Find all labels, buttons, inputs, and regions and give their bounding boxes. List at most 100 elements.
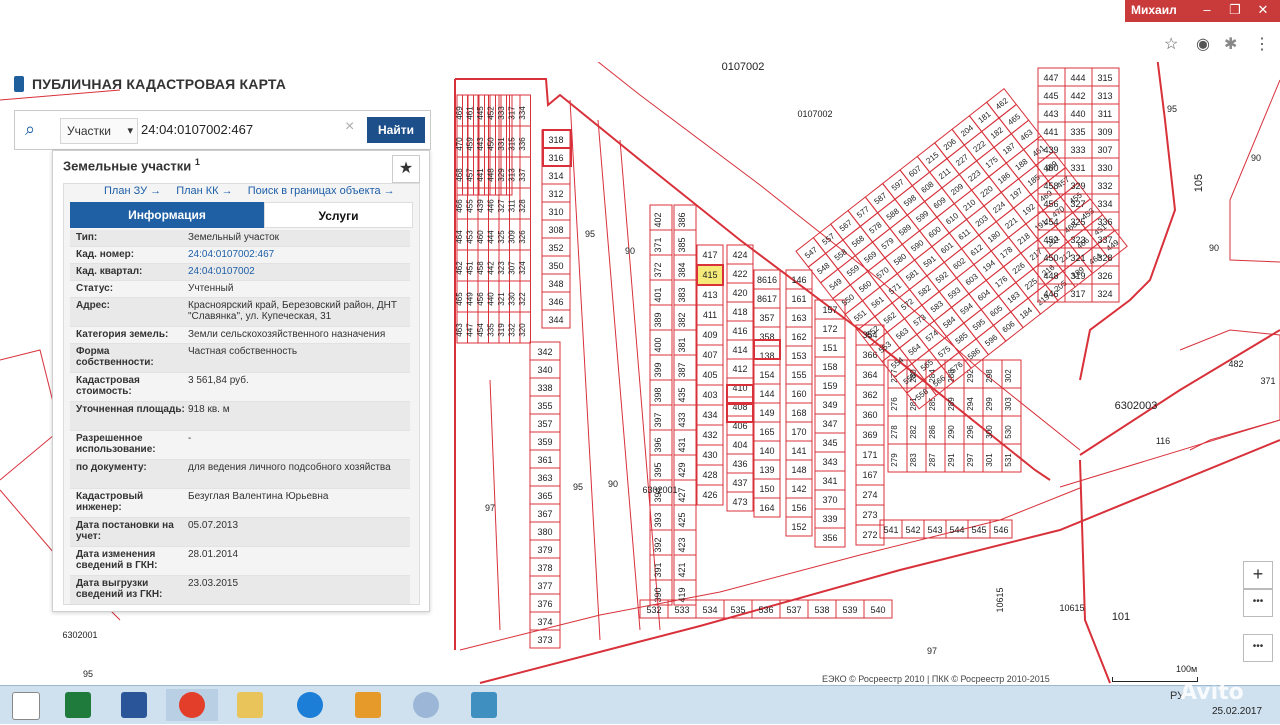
find-button[interactable]: Найти xyxy=(367,117,425,143)
parcel-label: 561 xyxy=(870,294,886,310)
search-input[interactable]: 24:04:0107002:467 xyxy=(141,117,351,143)
parcel-label: 448 xyxy=(487,168,496,182)
more-button[interactable]: ••• xyxy=(1243,634,1273,662)
app-icon xyxy=(355,692,381,718)
parcel-label: 140 xyxy=(759,446,774,456)
extension2-icon[interactable]: ✱ xyxy=(1224,34,1237,54)
tray-date: 25.02.2017 xyxy=(1212,706,1263,717)
parcel-label: 328 xyxy=(1097,253,1112,263)
parcel-label: 451 xyxy=(466,261,475,275)
parcel-label: 546 xyxy=(993,525,1008,535)
taskbar-photos[interactable] xyxy=(458,689,510,721)
parcel-label: 579 xyxy=(880,236,896,252)
menu-icon[interactable]: ⋮ xyxy=(1254,34,1270,54)
parcel-label: 298 xyxy=(985,369,994,383)
parcel-label: 152 xyxy=(791,522,806,532)
parcel-label: 574 xyxy=(924,328,940,344)
close-icon[interactable]: ✕ xyxy=(1249,0,1277,22)
card-links: План ЗУ → План КК → Поиск в границах объ… xyxy=(104,185,407,197)
parcel-label: 365 xyxy=(537,491,552,501)
parcel-label: 414 xyxy=(732,345,747,355)
parcel-label: 411 xyxy=(703,310,717,320)
maximize-icon[interactable]: ❐ xyxy=(1221,0,1249,22)
taskbar-ie[interactable] xyxy=(284,689,336,721)
zoom-dots[interactable]: ••• xyxy=(1243,589,1273,617)
parcel-label: 187 xyxy=(1001,141,1017,157)
parcel-label: 274 xyxy=(862,490,877,500)
extension-icon[interactable]: ◉ xyxy=(1196,34,1210,54)
taskbar-app[interactable] xyxy=(342,689,394,721)
parcel-label: 139 xyxy=(759,465,774,475)
parcel-label: 563 xyxy=(894,326,910,342)
row-value[interactable]: 24:04:0107002:467 xyxy=(188,249,408,260)
word-icon xyxy=(121,692,147,718)
parcel-boundary xyxy=(0,349,61,481)
browser-toolbar: ☆ ◉ ✱ ⋮ xyxy=(1132,32,1280,58)
parcel-label: 576 xyxy=(949,359,965,375)
row-value[interactable]: 24:04:0107002 xyxy=(188,266,408,277)
taskbar-excel[interactable] xyxy=(52,689,104,721)
parcel-label: 596 xyxy=(983,332,999,348)
parcel-label: 204 xyxy=(959,123,975,139)
row-key: Кадастровая стоимость: xyxy=(76,375,140,397)
parcel-label: 560 xyxy=(857,278,873,294)
parcel-label: 95 xyxy=(83,669,93,679)
parcel-label: 311 xyxy=(508,199,517,212)
parcel-label: 357 xyxy=(537,419,552,429)
parcel-label: 299 xyxy=(985,397,994,411)
parcel-label: 341 xyxy=(822,476,837,486)
parcel-label: 221 xyxy=(1003,215,1019,231)
search-icon[interactable]: ⌕ xyxy=(25,120,43,138)
parcel-label: 373 xyxy=(537,635,552,645)
parcel-label: 95 xyxy=(585,229,595,239)
taskbar-explorer[interactable] xyxy=(224,689,276,721)
tab-info[interactable]: Информация xyxy=(70,202,264,228)
parcel-label: 403 xyxy=(702,390,717,400)
search-in-bounds-link[interactable]: Поиск в границах объекта → xyxy=(248,185,395,197)
parcel-label: 578 xyxy=(867,220,883,236)
parcel-label: 434 xyxy=(702,410,717,420)
parcel-label: 176 xyxy=(993,274,1009,290)
plan-zu-link[interactable]: План ЗУ → xyxy=(104,185,161,197)
favorite-star-icon[interactable]: ★ xyxy=(392,155,420,183)
parcel-label: 440 xyxy=(487,292,496,306)
minimize-icon[interactable]: – xyxy=(1193,0,1221,22)
bookmark-star-icon[interactable]: ☆ xyxy=(1164,34,1178,54)
parcel-label: 426 xyxy=(702,490,717,500)
parcel-label: 445 xyxy=(476,106,485,120)
parcel-label: 323 xyxy=(1070,235,1085,245)
clear-icon[interactable]: × xyxy=(345,118,354,136)
parcel-label: 571 xyxy=(887,281,903,297)
parcel-label: 573 xyxy=(912,312,928,328)
parcel-label: 356 xyxy=(822,533,837,543)
excel-icon xyxy=(65,692,91,718)
plan-kk-link[interactable]: План КК → xyxy=(176,185,232,197)
parcel-label: 290 xyxy=(947,425,956,439)
start-button[interactable] xyxy=(0,689,52,721)
parcel-label: 334 xyxy=(1097,199,1112,209)
parcel-label: 215 xyxy=(924,150,940,166)
parcel-label: 400 xyxy=(653,337,663,352)
table-row: Статус: Учтенный xyxy=(70,281,410,298)
taskbar-chrome[interactable] xyxy=(166,689,218,721)
parcel-label: 439 xyxy=(476,199,485,213)
parcel-label: 0107002 xyxy=(722,62,765,73)
windows-icon xyxy=(12,692,40,720)
parcel-label: 592 xyxy=(934,269,950,285)
type-select[interactable]: Участки xyxy=(60,118,138,144)
parcel-label: 582 xyxy=(917,283,933,299)
window-titlebar: Михаил – ❐ ✕ xyxy=(1125,0,1280,22)
tab-services[interactable]: Услуги xyxy=(264,202,413,228)
parcel-label: 443 xyxy=(476,137,485,151)
parcel-label: 455 xyxy=(466,199,475,213)
taskbar-paint[interactable] xyxy=(400,689,452,721)
parcel-label: 399 xyxy=(653,362,663,377)
zoom-in-button[interactable]: + xyxy=(1243,561,1273,589)
parcel-boundary xyxy=(1079,459,1111,684)
parcel-label: 162 xyxy=(791,332,806,342)
taskbar-word[interactable] xyxy=(108,689,160,721)
parcel-label: 220 xyxy=(979,184,995,200)
parcel-label: 605 xyxy=(988,303,1004,319)
parcel-label: 315 xyxy=(1097,73,1112,83)
parcel-label: 335 xyxy=(487,323,496,337)
